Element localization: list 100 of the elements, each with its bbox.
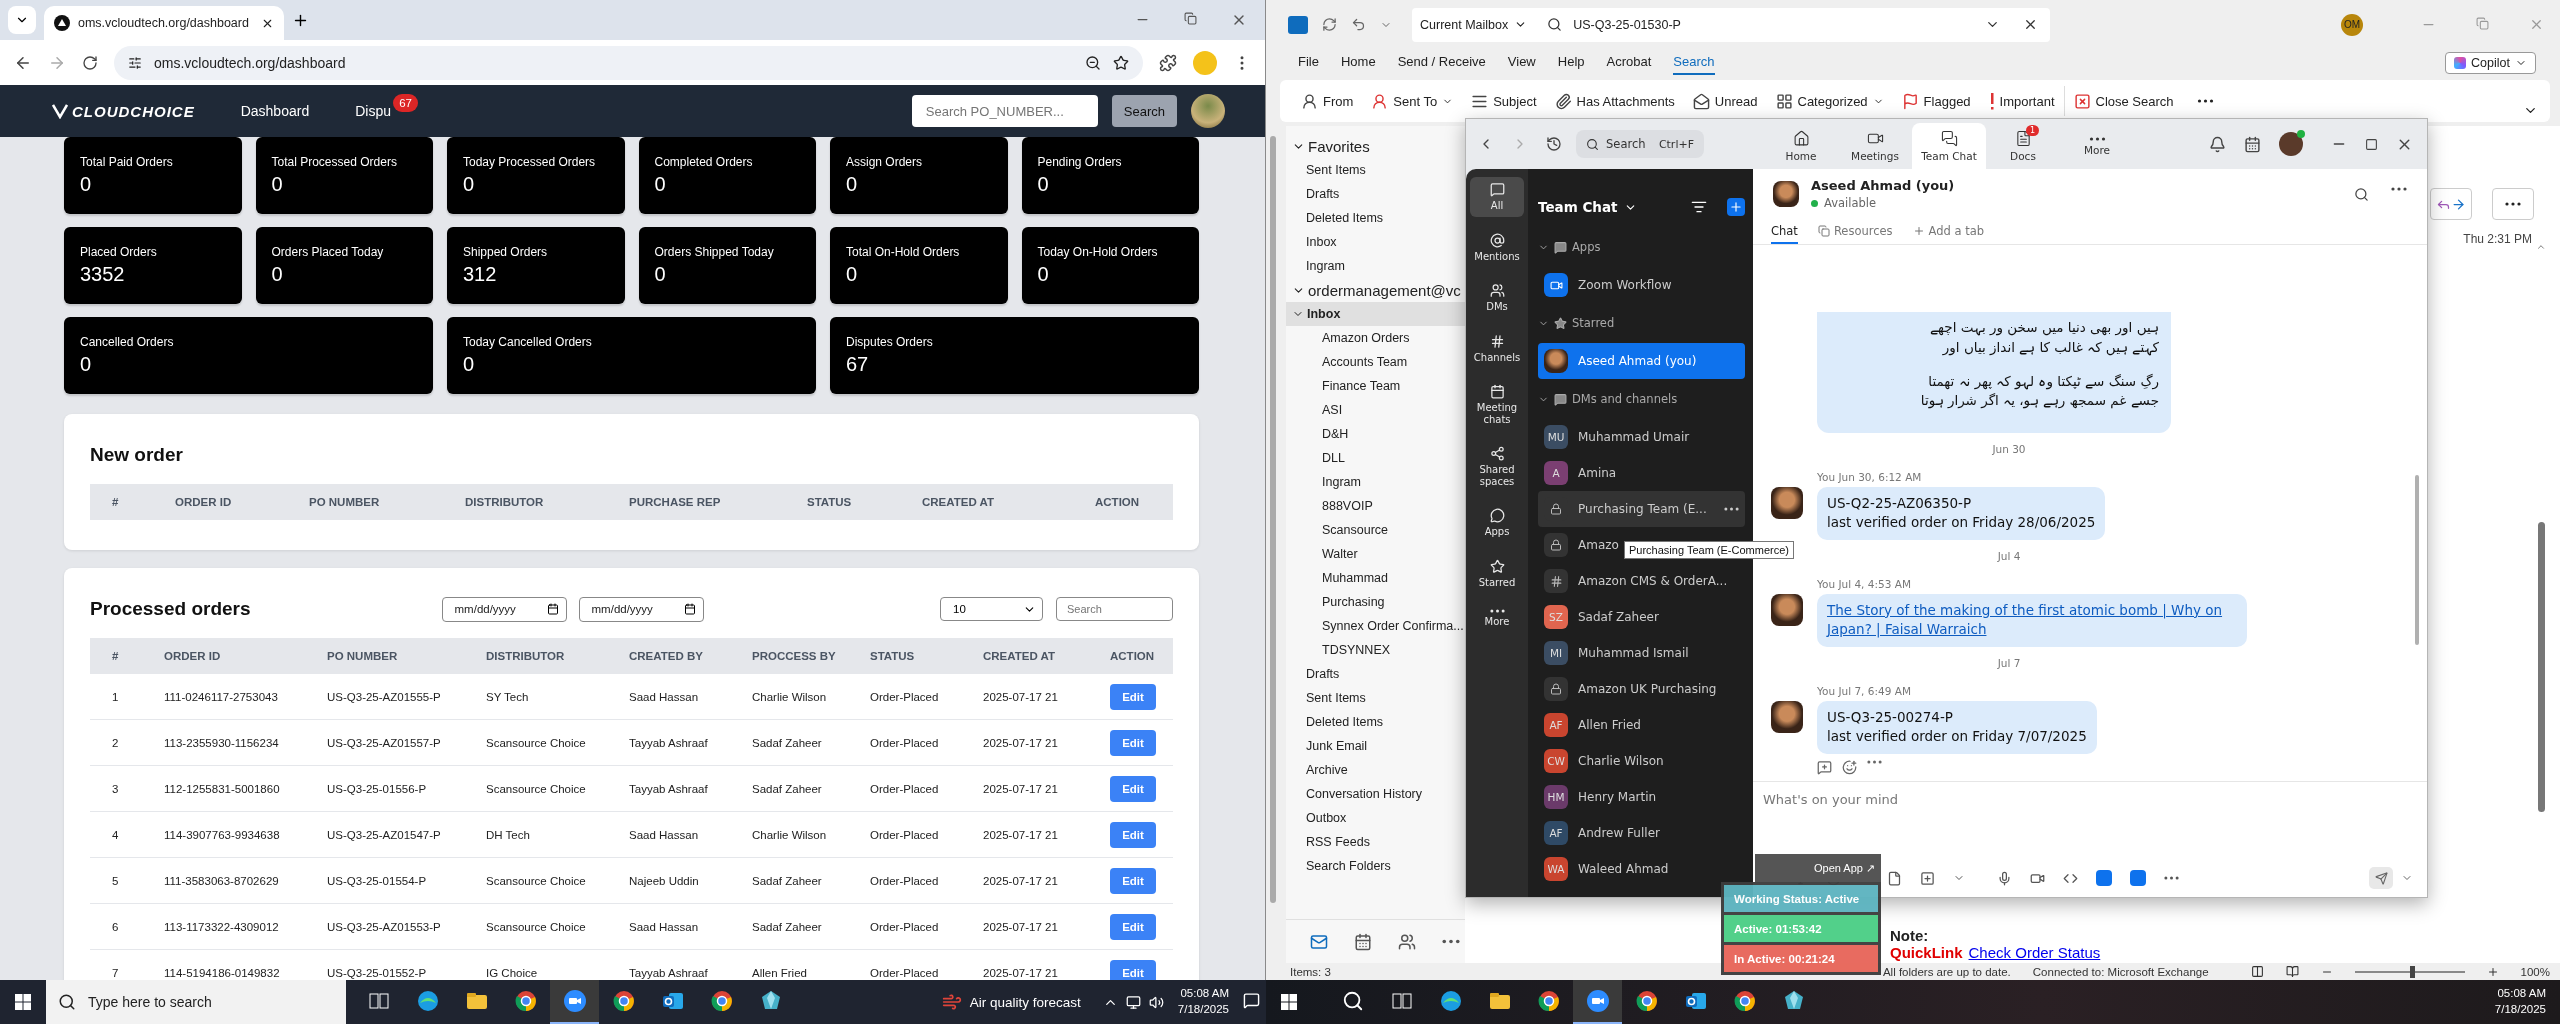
stat-label: Pending Orders	[1037, 155, 1123, 169]
zoom-level: 100%	[2520, 965, 2550, 978]
panel-title: New order	[90, 444, 183, 466]
table-cell-text: Order-Placed	[870, 690, 940, 703]
table-cell-text: Order-Placed	[870, 736, 940, 749]
table-cell-text: Tayyab Ashraaf	[629, 736, 709, 749]
table-cell-text: US-Q3-25-AZ01555-P	[327, 690, 442, 703]
item-count: Items: 3	[1290, 965, 1331, 978]
stat-label: Shipped Orders	[463, 245, 549, 259]
stat-value: 312	[463, 263, 498, 286]
stat-value: 0	[1037, 263, 1050, 286]
stat-label: Total On-Hold Orders	[846, 245, 961, 259]
table-cell-text: 112-1255831-5001860	[164, 782, 281, 795]
stat-label: Today Cancelled Orders	[463, 335, 593, 349]
stat-label: Orders Placed Today	[271, 245, 385, 259]
sync-status: All folders are up to date.	[1882, 965, 2011, 978]
column-header: CREATED BY	[629, 650, 704, 662]
table-cell-text: 2025-07-17 21	[983, 874, 1059, 887]
table-cell-text: Order-Placed	[870, 828, 940, 841]
column-header: CREATED AT	[922, 496, 995, 508]
count-badge: 1	[2026, 125, 2040, 136]
table-cell-text: US-Q3-25-AZ01553-P	[327, 920, 442, 933]
stat-label: Today On-Hold Orders	[1037, 245, 1159, 259]
stat-label: Orders Shipped Today	[654, 245, 775, 259]
tooltip: Purchasing Team (E-Commerce)	[1624, 541, 1794, 559]
stat-label: Disputes Orders	[846, 335, 934, 349]
table-cell-text: Tayyab Ashraaf	[629, 966, 709, 979]
stat-label: Today Processed Orders	[463, 155, 597, 169]
table-cell-text: US-Q3-25-01556-P	[327, 782, 428, 795]
stat-value: 0	[271, 173, 284, 196]
quicklink-label: QuickLink	[1890, 944, 1963, 961]
stat-value: 0	[654, 263, 667, 286]
table-cell-text: 113-1173322-4309012	[164, 920, 280, 933]
count-badge: 67	[393, 94, 418, 112]
stat-label: Completed Orders	[654, 155, 754, 169]
table-cell-text: 2025-07-17 21	[983, 782, 1059, 795]
table-cell-text: Order-Placed	[870, 782, 940, 795]
stat-value: 0	[80, 173, 93, 196]
date-separator: Jul 4	[1997, 549, 2021, 562]
table-cell-text: Order-Placed	[870, 874, 940, 887]
table-cell-text: 2	[112, 736, 120, 749]
user-avatar: HM	[1544, 785, 1568, 809]
presence-status: Available	[1811, 196, 1955, 210]
user-avatar: AF	[1544, 821, 1568, 845]
note-label: Note:	[1890, 927, 1930, 944]
table-cell-text: US-Q3-25-01554-P	[327, 874, 428, 887]
column-header: DISTRIBUTOR	[465, 496, 545, 508]
stat-label: Total Processed Orders	[271, 155, 398, 169]
stat-value: 0	[80, 353, 93, 376]
table-cell-text: Allen Fried	[752, 966, 808, 979]
column-header: #	[112, 496, 120, 508]
column-header: CREATED AT	[983, 650, 1056, 662]
stat-value: 0	[271, 263, 284, 286]
status-row: Working Status: Active	[1724, 885, 1878, 912]
stat-value: 0	[463, 173, 476, 196]
table-cell-text: Charlie Wilson	[752, 690, 828, 703]
date-separator: Jul 7	[1997, 656, 2021, 669]
column-header: #	[112, 650, 120, 662]
column-header: ORDER ID	[175, 496, 233, 508]
table-cell-text: 111-0246117-2753043	[164, 690, 279, 703]
table-cell-text: DH Tech	[486, 828, 531, 841]
table-cell-text: Saad Hassan	[629, 920, 700, 933]
table-cell-text: US-Q3-25-AZ01547-P	[327, 828, 442, 841]
table-cell-text: Sadaf Zaheer	[752, 920, 823, 933]
shortcut-hint: Ctrl+F	[1658, 137, 1694, 151]
stat-value: 0	[463, 353, 476, 376]
table-cell-text: Order-Placed	[870, 966, 940, 979]
table-cell-text: 2025-07-17 21	[983, 966, 1059, 979]
date-separator: Jun 30	[1992, 442, 2026, 455]
table-cell-text: Scansource Choice	[486, 874, 587, 887]
table-cell-text: IG Choice	[486, 966, 539, 979]
message-meta: You Jul 7, 6:49 AM	[1817, 684, 1911, 697]
message-bubble: US-Q2-25-AZ06350-P last verified order on Friday 28/06/2025	[1817, 486, 2106, 540]
stat-label: Placed Orders	[80, 245, 158, 259]
user-avatar: CW	[1544, 749, 1568, 773]
stat-value: 0	[846, 173, 859, 196]
column-header: STATUS	[870, 650, 916, 662]
column-header: PO NUMBER	[327, 650, 399, 662]
message-bubble: ہیں اور بھی دنیا میں سخن ور بہت اچھے کہتے ہیں کہ غالب کا ہے انداز بیاں اور رگِ سنگ سے ٹپکتا وہ لہو کہ پھر نہ تھمتا جسے غم سمجھ رہے ہو، یہ اگر شرار ہوتا	[1817, 312, 2171, 433]
message-bubble: US-Q3-25-00274-P last verified order on Friday 7/07/2025	[1817, 700, 2097, 754]
column-header: PURCHASE REP	[629, 496, 722, 508]
table-cell-text: Saad Hassan	[629, 690, 700, 703]
user-avatar: MI	[1544, 641, 1568, 665]
table-cell-text: Scansource Choice	[486, 782, 587, 795]
message-meta: You Jul 4, 4:53 AM	[1817, 577, 1911, 590]
stat-value: 3352	[80, 263, 126, 286]
status-row: In Active: 00:21:24	[1724, 945, 1878, 972]
status-row: Active: 01:53:42	[1724, 915, 1878, 942]
chat-title: Aseed Ahmad (you)	[1811, 178, 1955, 193]
stat-label: Total Paid Orders	[80, 155, 174, 169]
message-meta: You Jun 30, 6:12 AM	[1817, 470, 1922, 483]
table-cell-text: Scansource Choice	[486, 920, 587, 933]
user-avatar: WA	[1544, 857, 1568, 881]
stat-value: 0	[1037, 173, 1050, 196]
stat-value: 67	[846, 353, 870, 376]
table-cell-text: US-Q3-25-AZ01557-P	[327, 736, 442, 749]
table-cell-text: Saad Hassan	[629, 828, 700, 841]
column-header: PO NUMBER	[309, 496, 381, 508]
stat-value: 0	[654, 173, 667, 196]
table-cell-text: Order-Placed	[870, 920, 940, 933]
